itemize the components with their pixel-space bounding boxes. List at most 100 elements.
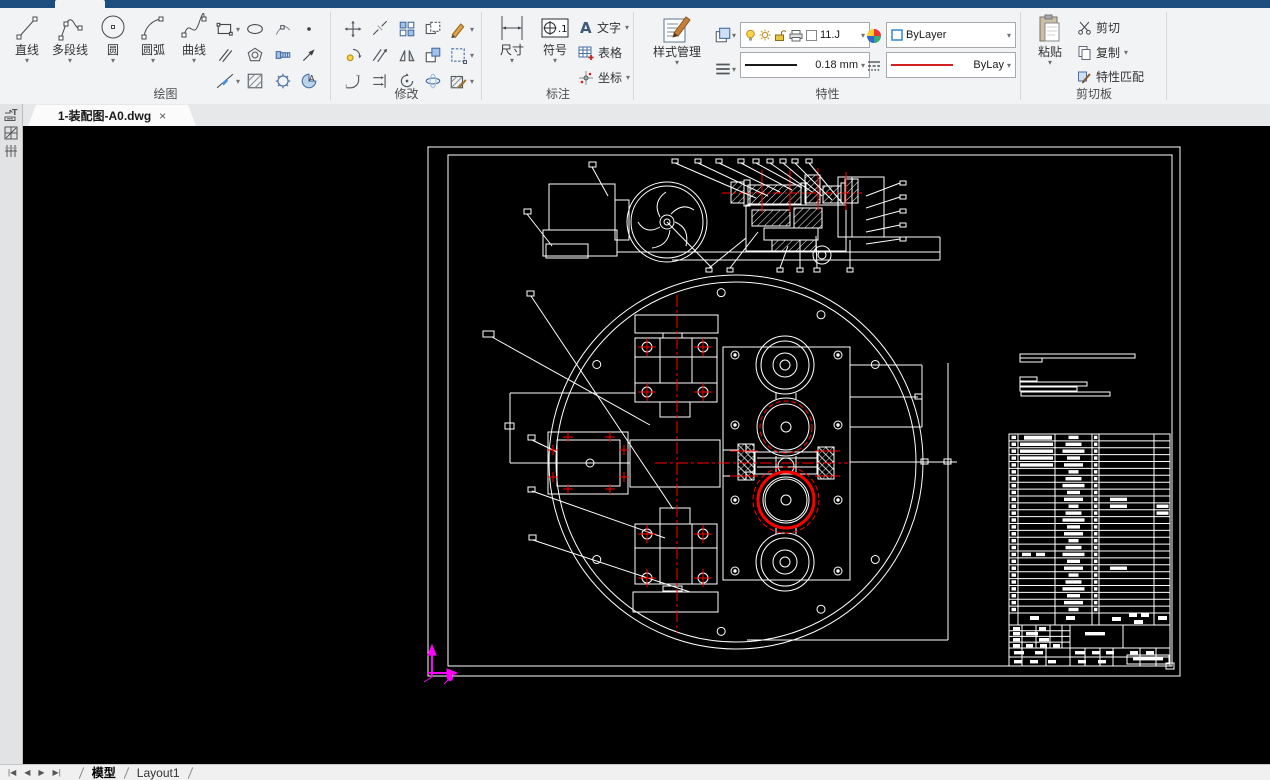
match-properties-button[interactable]: 特性匹配 xyxy=(1077,68,1144,85)
linetype-select[interactable]: ByLay ▾ xyxy=(886,52,1016,78)
cut-button[interactable]: 剪切 xyxy=(1077,19,1120,36)
copy-icon xyxy=(1077,45,1092,60)
lineweight-select-dropdown[interactable]: ▾ xyxy=(861,62,865,69)
mirror-icon[interactable] xyxy=(398,46,416,64)
hatch-icon[interactable] xyxy=(246,72,264,90)
coordinate-icon xyxy=(578,70,594,86)
line-style-icon[interactable] xyxy=(714,60,732,78)
copy-button[interactable]: 复制 ▾ xyxy=(1077,44,1128,61)
plate-holes xyxy=(593,289,880,636)
color-wheel-icon[interactable] xyxy=(866,28,882,44)
hatch-edit-icon[interactable] xyxy=(449,72,467,90)
arc-button[interactable]: 圆弧 ▾ xyxy=(133,13,173,64)
viewport-grid-tool-icon[interactable] xyxy=(3,125,19,141)
fence-grid-tool-icon[interactable] xyxy=(3,143,19,159)
tab-next-button[interactable]: ▶ xyxy=(38,768,44,777)
ribbon-group-properties: 特性 样式管理 ▾ ▾ ▾ xyxy=(634,8,1021,104)
curve-node-icon[interactable] xyxy=(274,20,292,38)
dimension-button[interactable]: 尺寸 ▾ xyxy=(492,13,532,64)
ribbon-group-modify: 修改 ▾ xyxy=(331,8,482,104)
circle-button[interactable]: 圆 ▾ xyxy=(96,13,130,64)
layer-freeze-sun-icon xyxy=(759,29,771,41)
rectangle-icon[interactable] xyxy=(216,20,234,38)
fillet-icon[interactable] xyxy=(344,72,362,90)
polyline-button[interactable]: 多段线 ▾ xyxy=(47,13,93,64)
document-tab-close-icon[interactable]: × xyxy=(159,109,166,123)
drawing-canvas[interactable] xyxy=(23,126,1270,765)
paste-button[interactable]: 粘贴 ▾ xyxy=(1029,13,1071,66)
paste-icon xyxy=(1036,13,1064,45)
rotate-icon[interactable] xyxy=(398,72,416,90)
linetype-manager-icon[interactable] xyxy=(866,58,882,74)
table-button[interactable]: 表格 xyxy=(578,44,622,61)
break-icon[interactable] xyxy=(371,20,389,38)
construction-line-icon[interactable] xyxy=(216,72,234,90)
circle-icon xyxy=(99,13,127,43)
3d-rotate-icon[interactable] xyxy=(424,72,442,90)
layer-states-icon[interactable] xyxy=(714,26,732,44)
linetype-sample xyxy=(891,64,953,66)
style-manager-button[interactable]: 样式管理 ▾ xyxy=(644,13,710,66)
point-icon[interactable] xyxy=(300,20,318,38)
rotate-copy-icon[interactable] xyxy=(344,46,362,64)
gear-icon[interactable] xyxy=(274,72,292,90)
modify-row2-dropdown[interactable]: ▾ xyxy=(470,51,474,60)
arc-icon xyxy=(140,13,166,43)
svg-text:.1: .1 xyxy=(558,24,568,35)
status-bar: |◀ ◀ ▶ ▶| 模型 Layout1 xyxy=(0,764,1270,780)
move-icon[interactable] xyxy=(344,20,362,38)
color-select[interactable]: ByLayer ▾ xyxy=(886,22,1016,48)
svg-text:A: A xyxy=(580,20,592,35)
tab-divider xyxy=(124,767,129,779)
line-button[interactable]: 直线 ▾ xyxy=(8,13,46,64)
modify-row1-dropdown[interactable]: ▾ xyxy=(470,25,474,34)
table-icon xyxy=(578,45,594,61)
double-line-icon[interactable] xyxy=(216,46,234,64)
group-label-properties: 特性 xyxy=(634,85,1021,102)
construction-line-dropdown[interactable]: ▾ xyxy=(236,77,240,86)
array-icon[interactable] xyxy=(398,20,416,38)
text-style-tool-icon[interactable]: T xyxy=(3,107,19,123)
ribbon-group-annotate: 标注 尺寸 ▾ .1 符号 ▾ A 文字 xyxy=(482,8,634,104)
active-ribbon-tab-notch[interactable] xyxy=(55,0,105,8)
spline-button[interactable]: 曲线 ▾ xyxy=(175,13,213,64)
rectangle-dropdown[interactable]: ▾ xyxy=(236,25,240,34)
trim-extend-icon[interactable] xyxy=(371,72,389,90)
document-tab[interactable]: 1-装配图-A0.dwg × xyxy=(28,105,196,126)
lineweight-select[interactable]: 0.18 mm ▾ xyxy=(740,52,870,78)
layer-states-dropdown[interactable]: ▾ xyxy=(732,31,736,40)
layout1-tab[interactable]: Layout1 xyxy=(133,766,184,780)
line-style-dropdown[interactable]: ▾ xyxy=(732,65,736,74)
document-tab-title: 1-装配图-A0.dwg xyxy=(58,107,151,124)
color-select-dropdown[interactable]: ▾ xyxy=(1007,32,1011,39)
arrow-tool-icon[interactable] xyxy=(300,46,318,64)
coordinate-button[interactable]: 坐标 ▾ xyxy=(578,69,630,86)
layer-color-swatch xyxy=(806,30,817,41)
lineweight-value: 0.18 mm xyxy=(800,59,858,71)
ribbon-group-clipboard: 剪切板 粘贴 ▾ 剪切 复制 ▾ xyxy=(1021,8,1167,104)
edit-pencil-icon[interactable] xyxy=(449,20,467,38)
stretch-icon[interactable] xyxy=(424,46,442,64)
ellipse-icon[interactable] xyxy=(246,20,264,38)
group-label-clipboard: 剪切板 xyxy=(1021,85,1167,102)
modify-row3-dropdown[interactable]: ▾ xyxy=(470,77,474,86)
text-button[interactable]: A 文字 ▾ xyxy=(578,19,629,36)
offset-icon[interactable] xyxy=(371,46,389,64)
balloon-leaders xyxy=(524,159,906,272)
layer-select-dropdown[interactable]: ▾ xyxy=(861,32,865,39)
tab-first-button[interactable]: |◀ xyxy=(8,768,16,777)
tab-divider xyxy=(79,767,84,779)
bom-table xyxy=(1009,354,1174,669)
wipeout-icon[interactable]: A xyxy=(300,72,318,90)
copy-object-icon[interactable] xyxy=(424,20,442,38)
linetype-select-dropdown[interactable]: ▾ xyxy=(1007,62,1011,69)
tab-prev-button[interactable]: ◀ xyxy=(24,768,30,777)
layer-select[interactable]: 11.J ▾ xyxy=(740,22,870,48)
symbol-button[interactable]: .1 符号 ▾ xyxy=(535,13,575,64)
model-tab[interactable]: 模型 xyxy=(88,764,120,780)
scale-icon[interactable] xyxy=(449,46,467,64)
thread-icon[interactable] xyxy=(274,46,292,64)
region-icon[interactable] xyxy=(246,46,264,64)
tab-last-button[interactable]: ▶| xyxy=(53,768,61,777)
style-manager-icon xyxy=(661,13,693,45)
